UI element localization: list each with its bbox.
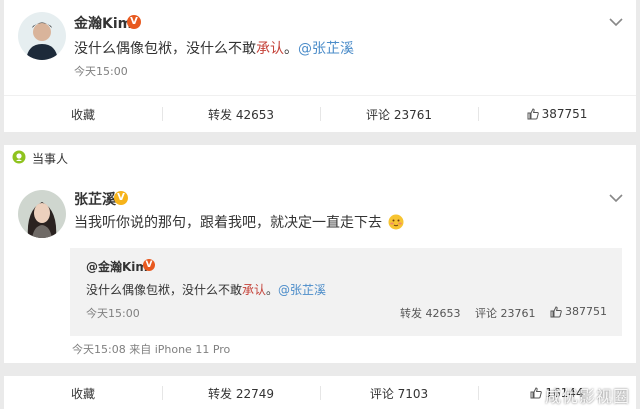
like-button[interactable]: 387751 xyxy=(478,96,636,132)
verified-badge-icon: V xyxy=(114,191,128,205)
thumbs-up-icon xyxy=(527,108,539,120)
repost-text: 没什么偶像包袱，没什么不敢承认。@张芷溪 xyxy=(86,283,327,297)
author-avatar[interactable] xyxy=(18,190,66,238)
chevron-down-icon[interactable] xyxy=(609,193,623,203)
chevron-down-icon[interactable] xyxy=(609,17,623,27)
repost-like-count[interactable]: 387751 xyxy=(550,305,607,318)
verified-badge-icon: V xyxy=(127,15,141,29)
repost-forward-count[interactable]: 转发 42653 xyxy=(400,305,461,321)
collect-button[interactable]: 收藏 xyxy=(4,375,162,409)
mention-link[interactable]: @张芷溪 xyxy=(278,283,326,297)
forward-button[interactable]: 转发 22749 xyxy=(162,375,320,409)
post-time[interactable]: 今天15:00 xyxy=(74,63,128,79)
collect-button[interactable]: 收藏 xyxy=(4,96,162,132)
highlight-text: 承认 xyxy=(256,41,284,57)
post-time-source[interactable]: 今天15:08 来自 iPhone 11 Pro xyxy=(72,341,230,357)
weibo-post-card: 金瀚Kim V 没什么偶像包袱，没什么不敢承认。@张芷溪 今天15:00 收藏 … xyxy=(4,0,636,132)
verified-badge-icon: V xyxy=(143,259,155,271)
thumbs-up-icon xyxy=(530,387,543,399)
comment-button[interactable]: 评论 7103 xyxy=(320,375,478,409)
section-header: 当事人 xyxy=(4,145,636,170)
post-text: 当我听你说的那句，跟着我吧，就决定一直走下去 xyxy=(74,212,404,232)
repost-time[interactable]: 今天15:00 xyxy=(86,305,140,321)
section-label: 当事人 xyxy=(32,152,69,166)
author-name[interactable]: 张芷溪 xyxy=(74,189,116,209)
action-bar: 收藏 转发 22749 评论 7103 16144 xyxy=(4,375,636,409)
comment-button[interactable]: 评论 23761 xyxy=(320,96,478,132)
action-bar-card: 收藏 转发 22749 评论 7103 16144 xyxy=(4,376,636,409)
thumbs-up-icon xyxy=(550,305,562,317)
forward-button[interactable]: 转发 42653 xyxy=(162,96,320,132)
repost-author[interactable]: @金瀚Kim xyxy=(86,258,148,275)
author-avatar[interactable] xyxy=(18,12,66,60)
watermark: 咸优影视圈 xyxy=(544,387,630,406)
action-bar: 收藏 转发 42653 评论 23761 387751 xyxy=(4,96,636,132)
repost-comment-count[interactable]: 评论 23761 xyxy=(475,305,536,321)
mention-link[interactable]: @张芷溪 xyxy=(298,41,354,57)
location-pin-icon xyxy=(12,150,26,164)
author-name[interactable]: 金瀚Kim xyxy=(74,13,132,33)
post-text: 没什么偶像包袱，没什么不敢承认。@张芷溪 xyxy=(74,41,354,57)
blush-emoji-icon xyxy=(388,214,404,230)
